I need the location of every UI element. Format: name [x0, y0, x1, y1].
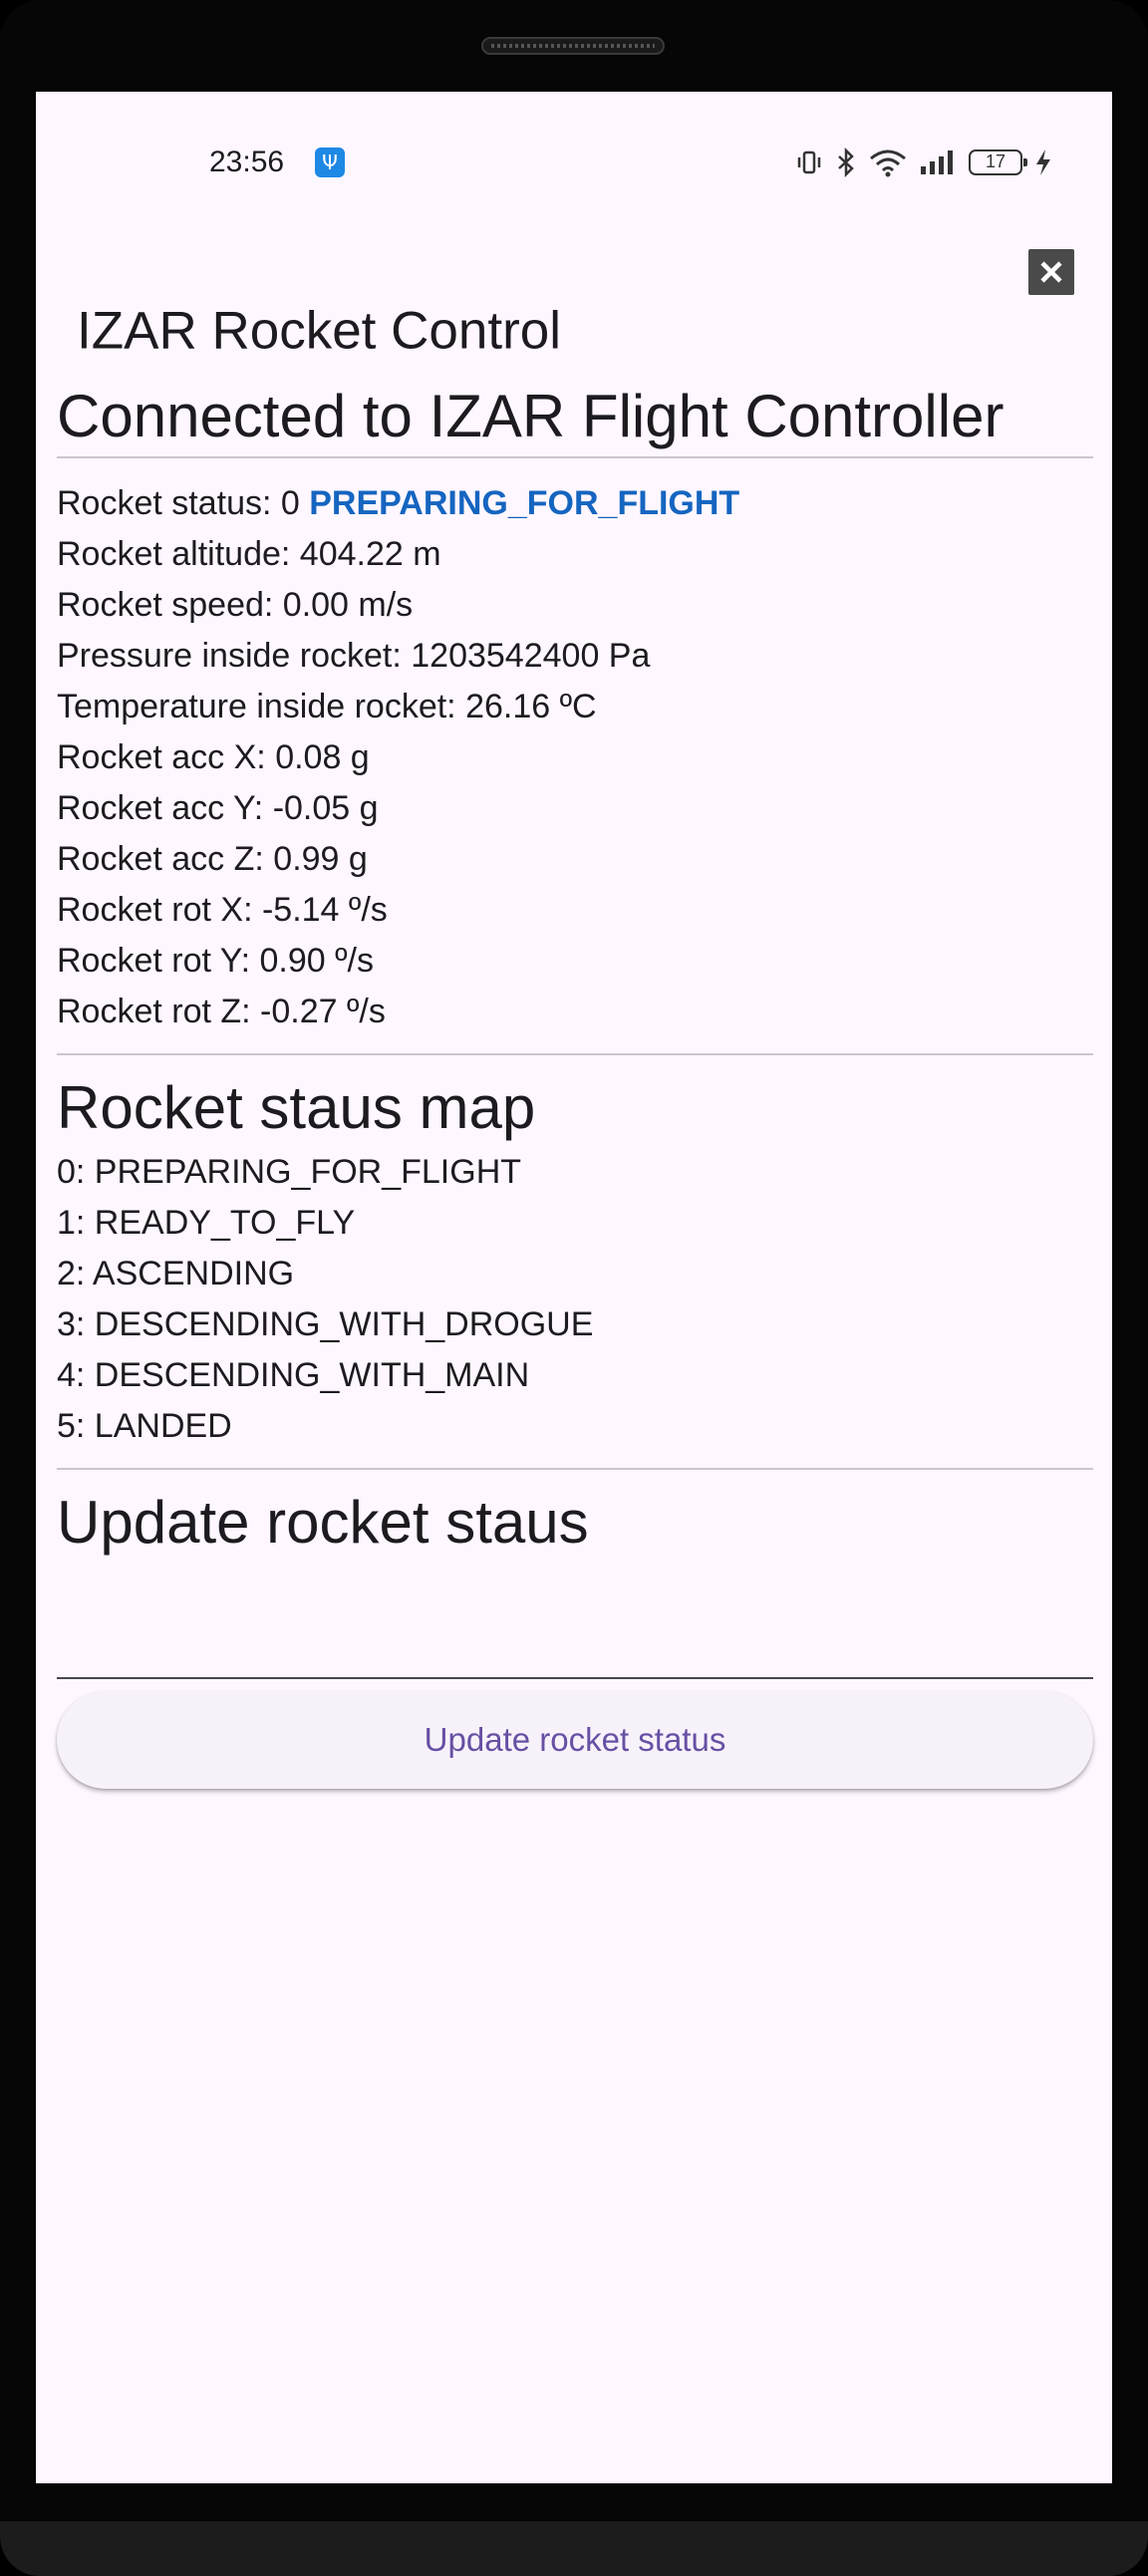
update-status-button[interactable]: Update rocket status: [57, 1691, 1093, 1789]
telemetry-speed: Rocket speed: 0.00 m/s: [57, 586, 414, 624]
app-screen: 23:56 Ψ 17 IZAR Rocket Control Connected…: [36, 92, 1112, 2483]
divider: [57, 1468, 1093, 1470]
system-status-bar: 23:56 Ψ 17: [36, 92, 1112, 241]
telemetry-rot-x: Rocket rot X: -5.14 º/s: [57, 891, 388, 929]
app-title: IZAR Rocket Control: [77, 301, 561, 361]
status-map-item: 4: DESCENDING_WITH_MAIN: [57, 1356, 530, 1394]
divider: [57, 1053, 1093, 1055]
close-icon: [1040, 261, 1062, 283]
status-map-list: 0: PREPARING_FOR_FLIGHT 1: READY_TO_FLY …: [57, 1147, 1093, 1468]
telemetry-altitude: Rocket altitude: 404.22 m: [57, 535, 441, 573]
charging-icon: [1036, 149, 1050, 175]
app-bar: IZAR Rocket Control: [36, 241, 1112, 391]
signal-icon: [921, 150, 953, 174]
telemetry-acc-x: Rocket acc X: 0.08 g: [57, 738, 370, 776]
status-map-item: 5: LANDED: [57, 1407, 232, 1445]
rocket-status-value: PREPARING_FOR_FLIGHT: [309, 484, 740, 522]
status-map-item: 1: READY_TO_FLY: [57, 1204, 356, 1242]
connection-title: Connected to IZAR Flight Controller: [57, 383, 1004, 449]
device-bottom-bezel: [0, 2521, 1148, 2576]
phone-frame: 23:56 Ψ 17 IZAR Rocket Control Connected…: [0, 0, 1148, 2576]
status-clock: 23:56: [209, 145, 285, 178]
status-map-title: Rocket staus map: [57, 1074, 536, 1141]
rocket-status-label: Rocket status: 0: [57, 484, 310, 522]
usb-debug-icon: Ψ: [315, 147, 345, 177]
telemetry-list: Rocket status: 0 PREPARING_FOR_FLIGHT Ro…: [57, 458, 1093, 1053]
telemetry-rot-y: Rocket rot Y: 0.90 º/s: [57, 942, 374, 980]
bluetooth-icon: [838, 147, 854, 177]
status-map-item: 2: ASCENDING: [57, 1255, 295, 1292]
status-map-item: 0: PREPARING_FOR_FLIGHT: [57, 1153, 522, 1191]
telemetry-pressure: Pressure inside rocket: 1203542400 Pa: [57, 637, 651, 675]
telemetry-rot-z: Rocket rot Z: -0.27 º/s: [57, 993, 386, 1030]
status-input[interactable]: [57, 1609, 1093, 1669]
telemetry-acc-y: Rocket acc Y: -0.05 g: [57, 789, 379, 827]
wifi-icon: [870, 149, 906, 177]
telemetry-acc-z: Rocket acc Z: 0.99 g: [57, 840, 368, 878]
earpiece-speaker: [481, 37, 665, 55]
main-content: Connected to IZAR Flight Controller Rock…: [57, 371, 1093, 1789]
status-input-field[interactable]: [57, 1562, 1093, 1679]
close-button[interactable]: [1028, 249, 1074, 295]
vibrate-icon: [797, 150, 821, 174]
status-map-item: 3: DESCENDING_WITH_DROGUE: [57, 1305, 594, 1343]
telemetry-temperature: Temperature inside rocket: 26.16 ºC: [57, 688, 597, 725]
update-status-title: Update rocket staus: [57, 1489, 589, 1556]
system-icons: 17: [795, 145, 1052, 179]
rocket-status-line: Rocket status: 0 PREPARING_FOR_FLIGHT: [57, 478, 1093, 529]
battery-icon: 17: [969, 149, 1027, 175]
